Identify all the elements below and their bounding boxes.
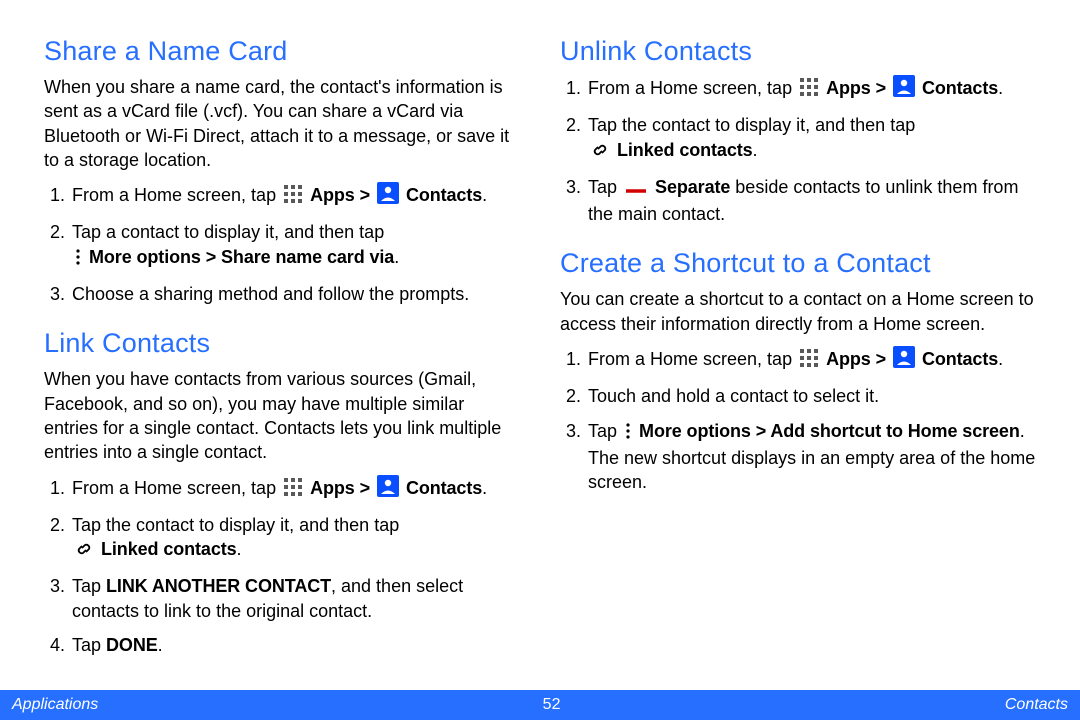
bold-text: DONE — [106, 635, 158, 655]
shortcut-heading: Create a Shortcut to a Contact — [560, 248, 1036, 279]
text: Tap the contact to display it, and then … — [588, 115, 915, 135]
list-item: From a Home screen, tap Apps > Contacts. — [586, 75, 1036, 103]
bold-text: Linked contacts — [101, 539, 237, 559]
link-intro: When you have contacts from various sour… — [44, 367, 520, 464]
contacts-icon — [893, 346, 915, 374]
bold-text: Contacts — [922, 78, 998, 98]
text: From a Home screen, tap — [588, 78, 797, 98]
footer-right: Contacts — [1005, 696, 1068, 714]
left-column: Share a Name Card When you share a name … — [44, 36, 520, 679]
text: . — [998, 78, 1003, 98]
bold-text: Apps > — [826, 78, 891, 98]
apps-icon — [283, 477, 303, 503]
list-item: Tap a contact to display it, and then ta… — [70, 220, 520, 272]
text: . — [394, 247, 399, 267]
text: Tap a contact to display it, and then ta… — [72, 222, 384, 242]
right-column: Unlink Contacts From a Home screen, tap … — [560, 36, 1036, 679]
text: Tap the contact to display it, and then … — [72, 515, 399, 535]
share-heading: Share a Name Card — [44, 36, 520, 67]
text: . — [482, 185, 487, 205]
list-item: Tap Separate beside contacts to unlink t… — [586, 175, 1036, 227]
list-item: Tap More options > Add shortcut to Home … — [586, 419, 1036, 495]
bold-text: More options > Share name card via — [89, 247, 394, 267]
text: From a Home screen, tap — [588, 349, 797, 369]
list-item: From a Home screen, tap Apps > Contacts. — [70, 475, 520, 503]
footer-left: Applications — [12, 696, 98, 714]
more-options-icon — [624, 422, 632, 446]
share-steps: From a Home screen, tap Apps > Contacts.… — [44, 182, 520, 306]
text: From a Home screen, tap — [72, 478, 281, 498]
list-item: From a Home screen, tap Apps > Contacts. — [70, 182, 520, 210]
shortcut-intro: You can create a shortcut to a contact o… — [560, 287, 1036, 336]
text: . — [158, 635, 163, 655]
text: Tap — [72, 576, 106, 596]
bold-text: More options > Add shortcut to Home scre… — [639, 421, 1020, 441]
text: . — [753, 140, 758, 160]
apps-icon — [799, 77, 819, 103]
list-item: From a Home screen, tap Apps > Contacts. — [586, 346, 1036, 374]
list-item: Tap DONE. — [70, 633, 520, 657]
list-item: Tap the contact to display it, and then … — [586, 113, 1036, 165]
list-item: Choose a sharing method and follow the p… — [70, 282, 520, 306]
page-footer: Applications 52 Contacts — [0, 690, 1080, 720]
link-steps: From a Home screen, tap Apps > Contacts.… — [44, 475, 520, 658]
text: beside contacts to unlink them from the … — [588, 177, 1018, 224]
apps-icon — [283, 184, 303, 210]
text: Tap — [588, 421, 622, 441]
list-item: Tap LINK ANOTHER CONTACT, and then selec… — [70, 574, 520, 623]
link-icon — [590, 141, 610, 165]
list-item: Tap the contact to display it, and then … — [70, 513, 520, 565]
page-body: Share a Name Card When you share a name … — [0, 0, 1080, 679]
link-icon — [74, 540, 94, 564]
contacts-icon — [377, 475, 399, 503]
bold-text: Linked contacts — [617, 140, 753, 160]
bold-text: Contacts — [406, 185, 482, 205]
footer-page-number: 52 — [543, 696, 561, 714]
text: Tap — [72, 635, 106, 655]
bold-text: Contacts — [922, 349, 998, 369]
unlink-steps: From a Home screen, tap Apps > Contacts.… — [560, 75, 1036, 226]
bold-text: Apps > — [310, 185, 375, 205]
text: Tap — [588, 177, 622, 197]
bold-text: LINK ANOTHER CONTACT — [106, 576, 331, 596]
contacts-icon — [377, 182, 399, 210]
share-intro: When you share a name card, the contact'… — [44, 75, 520, 172]
text: . — [237, 539, 242, 559]
bold-text: Contacts — [406, 478, 482, 498]
bold-text: Apps > — [826, 349, 891, 369]
separate-icon — [624, 178, 648, 202]
bold-text: Separate — [655, 177, 730, 197]
contacts-icon — [893, 75, 915, 103]
shortcut-steps: From a Home screen, tap Apps > Contacts.… — [560, 346, 1036, 494]
text: From a Home screen, tap — [72, 185, 281, 205]
apps-icon — [799, 348, 819, 374]
text: . — [482, 478, 487, 498]
link-heading: Link Contacts — [44, 328, 520, 359]
bold-text: Apps > — [310, 478, 375, 498]
text: . — [998, 349, 1003, 369]
unlink-heading: Unlink Contacts — [560, 36, 1036, 67]
more-options-icon — [74, 248, 82, 272]
list-item: Touch and hold a contact to select it. — [586, 384, 1036, 408]
